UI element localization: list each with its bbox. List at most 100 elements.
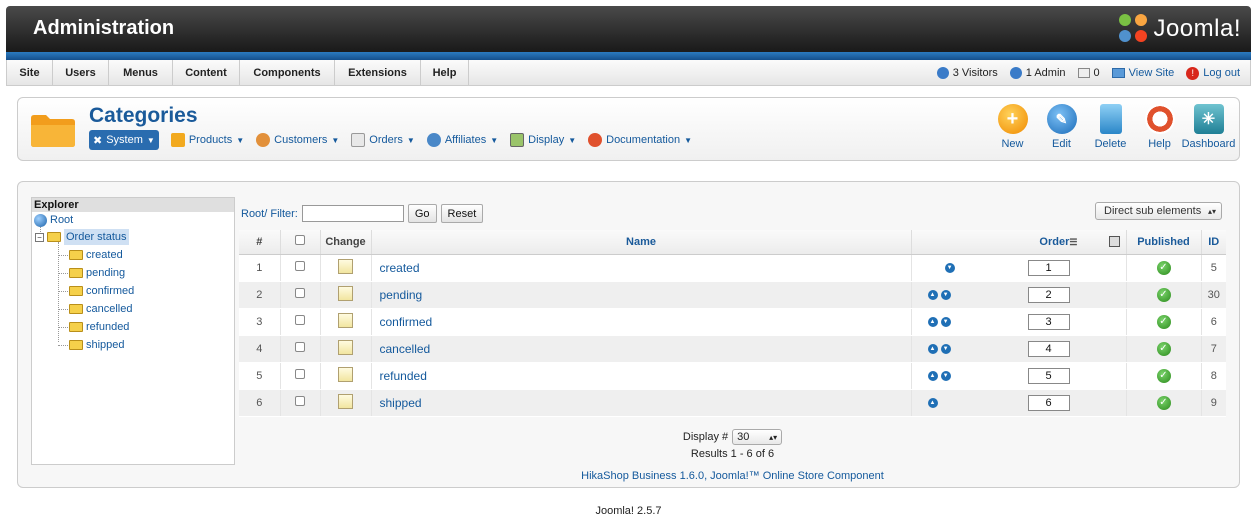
- move-up-icon[interactable]: ▲: [927, 316, 938, 327]
- row-change-cell[interactable]: [320, 281, 372, 309]
- edit-icon[interactable]: [338, 339, 353, 355]
- order-input[interactable]: 2: [1027, 286, 1070, 303]
- row-checkbox[interactable]: [295, 288, 305, 298]
- logout-link[interactable]: ! Log out: [1186, 66, 1240, 80]
- row-checkbox-cell[interactable]: [280, 254, 321, 282]
- tree-item-shipped[interactable]: shipped: [69, 337, 125, 353]
- row-checkbox[interactable]: [295, 369, 305, 379]
- move-up-icon[interactable]: ▲: [927, 397, 938, 408]
- messages-status[interactable]: 0: [1077, 67, 1100, 79]
- row-change-cell[interactable]: [320, 335, 372, 363]
- move-down-icon[interactable]: ▼: [940, 289, 951, 300]
- row-checkbox[interactable]: [295, 342, 305, 352]
- move-down-icon[interactable]: ▼: [940, 316, 951, 327]
- edit-icon[interactable]: [338, 312, 353, 328]
- tree-root[interactable]: Root: [34, 212, 73, 228]
- row-name[interactable]: created: [371, 254, 912, 282]
- row-checkbox-cell[interactable]: [280, 281, 321, 309]
- new-button[interactable]: + New: [988, 104, 1037, 150]
- row-checkbox-cell[interactable]: [280, 308, 321, 336]
- row-name[interactable]: refunded: [371, 362, 912, 390]
- row-checkbox[interactable]: [295, 315, 305, 325]
- row-published-cell[interactable]: ✓: [1126, 281, 1202, 309]
- col-name[interactable]: Name: [371, 230, 912, 255]
- row-published-cell[interactable]: ✓: [1126, 335, 1202, 363]
- menu-users[interactable]: Users: [53, 60, 109, 86]
- move-up-icon[interactable]: ▲: [927, 289, 938, 300]
- col-checkall[interactable]: [280, 230, 321, 255]
- submenu-products[interactable]: Products ▼: [170, 130, 244, 150]
- submenu-system[interactable]: ✖ System ▼: [89, 130, 159, 150]
- row-checkbox-cell[interactable]: [280, 362, 321, 390]
- move-down-icon[interactable]: ▼: [940, 343, 951, 354]
- edit-icon[interactable]: [338, 285, 353, 301]
- row-name[interactable]: shipped: [371, 389, 912, 417]
- view-site-link[interactable]: View Site: [1111, 67, 1174, 79]
- order-input[interactable]: 6: [1027, 394, 1070, 411]
- row-change-cell[interactable]: [320, 389, 372, 417]
- check-all-checkbox[interactable]: [295, 235, 305, 246]
- published-check-icon[interactable]: ✓: [1156, 341, 1171, 356]
- menu-site[interactable]: Site: [7, 60, 53, 86]
- delete-button[interactable]: Delete: [1086, 104, 1135, 150]
- move-down-icon[interactable]: ▼: [940, 370, 951, 381]
- reset-button[interactable]: Reset: [440, 204, 484, 223]
- tree-item-refunded[interactable]: refunded: [69, 319, 129, 335]
- col-published[interactable]: Published: [1126, 230, 1202, 255]
- row-change-cell[interactable]: [320, 254, 372, 282]
- tree-item-pending[interactable]: pending: [69, 265, 125, 281]
- order-input[interactable]: 4: [1027, 340, 1070, 357]
- menu-extensions[interactable]: Extensions: [335, 60, 421, 86]
- order-input[interactable]: 5: [1027, 367, 1070, 384]
- published-check-icon[interactable]: ✓: [1156, 395, 1171, 410]
- row-change-cell[interactable]: [320, 362, 372, 390]
- row-checkbox[interactable]: [295, 261, 305, 271]
- tree-group-order-status[interactable]: − Order status: [35, 229, 129, 245]
- edit-button[interactable]: ✎ Edit: [1037, 104, 1086, 150]
- row-checkbox-cell[interactable]: [280, 335, 321, 363]
- submenu-orders[interactable]: Orders ▼: [351, 130, 415, 150]
- submenu-display[interactable]: Display ▼: [510, 130, 576, 150]
- help-button[interactable]: Help: [1135, 104, 1184, 150]
- menu-help[interactable]: Help: [421, 60, 469, 86]
- dashboard-button[interactable]: ✳ Dashboard: [1182, 104, 1235, 150]
- tree-item-created[interactable]: created: [69, 247, 123, 263]
- col-id[interactable]: ID: [1201, 230, 1226, 255]
- go-button[interactable]: Go: [407, 204, 437, 223]
- submenu-affiliates[interactable]: Affiliates ▼: [426, 130, 498, 150]
- menu-menus[interactable]: Menus: [109, 60, 173, 86]
- credit-link[interactable]: HikaShop Business 1.6.0, Joomla!™ Online…: [239, 470, 1226, 482]
- row-name[interactable]: cancelled: [371, 335, 912, 363]
- row-published-cell[interactable]: ✓: [1126, 254, 1202, 282]
- published-check-icon[interactable]: ✓: [1156, 287, 1171, 302]
- submenu-documentation[interactable]: Documentation ▼: [588, 130, 692, 150]
- row-published-cell[interactable]: ✓: [1126, 389, 1202, 417]
- row-checkbox-cell[interactable]: [280, 389, 321, 417]
- row-published-cell[interactable]: ✓: [1126, 362, 1202, 390]
- row-name[interactable]: pending: [371, 281, 912, 309]
- tree-item-cancelled[interactable]: cancelled: [69, 301, 132, 317]
- menu-content[interactable]: Content: [173, 60, 240, 86]
- row-change-cell[interactable]: [320, 308, 372, 336]
- move-down-icon[interactable]: ▼: [944, 262, 955, 273]
- save-order-icon[interactable]: [1108, 236, 1120, 248]
- move-up-icon[interactable]: ▲: [927, 370, 938, 381]
- tree-item-confirmed[interactable]: confirmed: [69, 283, 134, 299]
- menu-components[interactable]: Components: [240, 60, 335, 86]
- submenu-customers[interactable]: Customers ▼: [256, 130, 339, 150]
- order-input[interactable]: 1: [1027, 259, 1070, 276]
- row-published-cell[interactable]: ✓: [1126, 308, 1202, 336]
- edit-icon[interactable]: [338, 366, 353, 382]
- row-name[interactable]: confirmed: [371, 308, 912, 336]
- filter-input[interactable]: [301, 205, 404, 222]
- published-check-icon[interactable]: ✓: [1156, 314, 1171, 329]
- published-check-icon[interactable]: ✓: [1156, 368, 1171, 383]
- sub-elements-select[interactable]: Direct sub elements ▴▾: [1095, 202, 1222, 220]
- edit-icon[interactable]: [338, 393, 353, 409]
- published-check-icon[interactable]: ✓: [1156, 260, 1171, 275]
- display-select[interactable]: 30 ▴▾: [732, 429, 783, 445]
- row-checkbox[interactable]: [295, 396, 305, 406]
- edit-icon[interactable]: [338, 258, 353, 274]
- move-up-icon[interactable]: ▲: [927, 343, 938, 354]
- order-input[interactable]: 3: [1027, 313, 1070, 330]
